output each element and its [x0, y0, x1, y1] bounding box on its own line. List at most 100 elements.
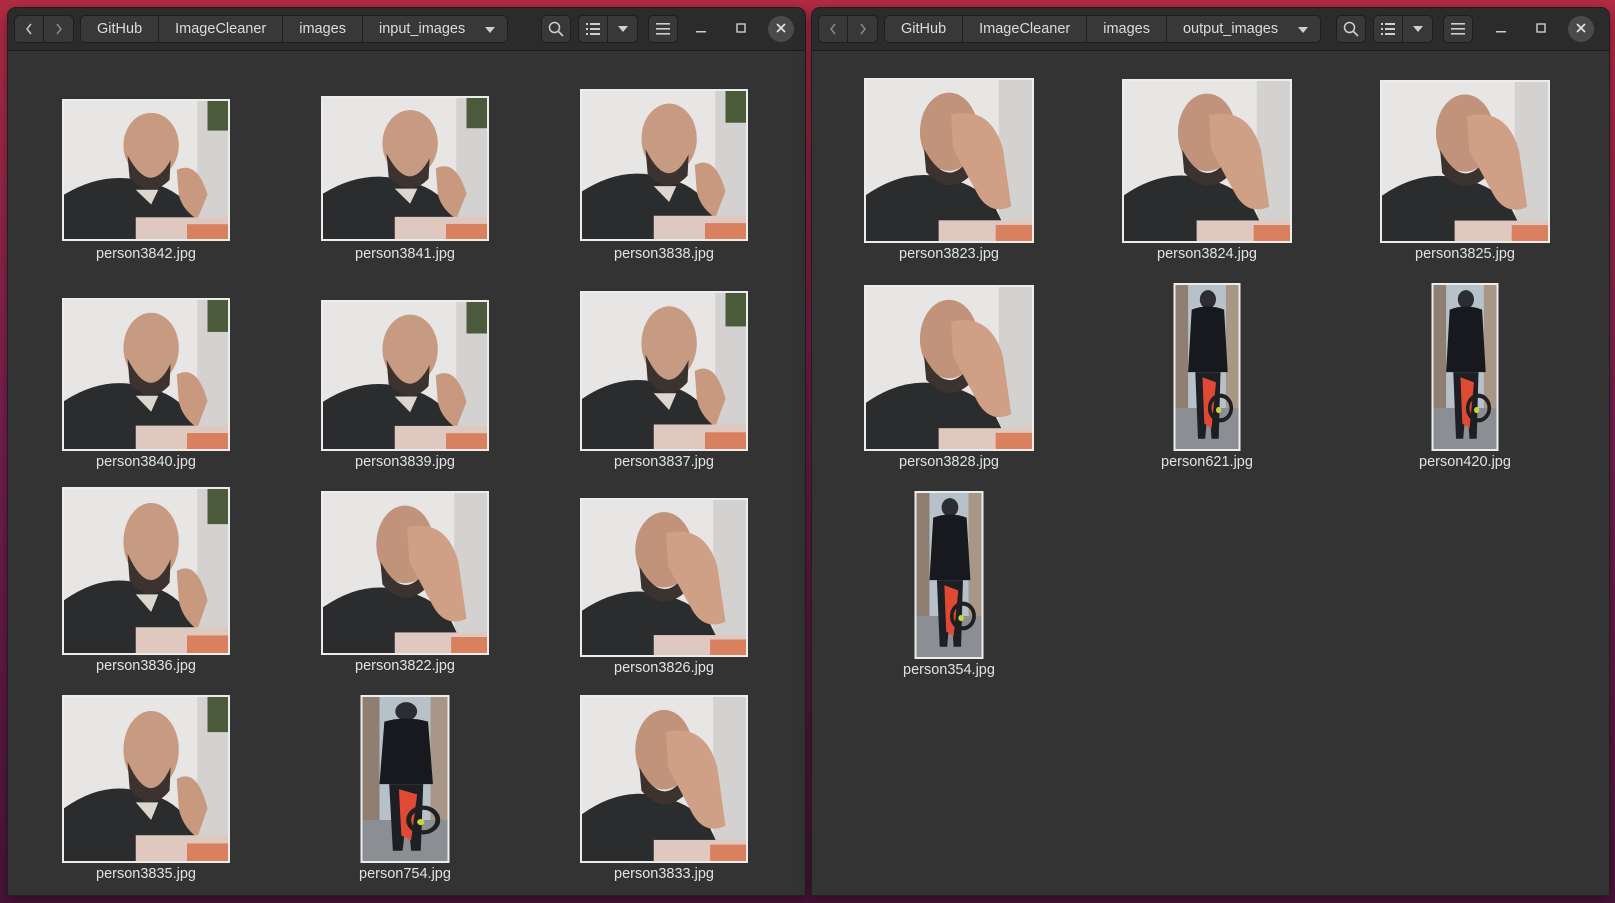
image-thumbnail	[321, 300, 489, 451]
breadcrumb-item[interactable]: images	[283, 15, 363, 43]
chevron-right-icon	[54, 22, 64, 36]
file-name: person420.jpg	[1419, 454, 1511, 470]
maximize-button[interactable]	[728, 16, 754, 42]
file-item[interactable]: person3823.jpg	[829, 71, 1069, 271]
image-thumbnail	[580, 89, 748, 241]
breadcrumb-current-folder[interactable]: input_images	[362, 15, 509, 43]
main-menu-button[interactable]	[1443, 15, 1473, 43]
file-item[interactable]: person3837.jpg	[544, 279, 784, 479]
file-name: person3825.jpg	[1415, 246, 1515, 262]
file-name: person3838.jpg	[614, 246, 714, 262]
list-view-icon	[1381, 23, 1395, 35]
view-options-button[interactable]	[1403, 15, 1433, 43]
search-icon	[1343, 21, 1359, 37]
image-thumbnail	[1122, 79, 1292, 243]
close-button[interactable]	[768, 16, 794, 42]
view-options-button[interactable]	[608, 15, 638, 43]
list-view-icon	[586, 23, 600, 35]
close-icon	[1576, 20, 1586, 38]
image-thumbnail	[62, 99, 230, 241]
file-grid: person3823.jpg person3824.jpg person3825…	[812, 51, 1609, 895]
file-item[interactable]: person3842.jpg	[26, 71, 266, 271]
file-item[interactable]: person3833.jpg	[544, 695, 784, 895]
breadcrumb-item[interactable]: images	[1087, 15, 1167, 43]
view-toggle-button[interactable]	[1373, 15, 1403, 43]
breadcrumb-item[interactable]: ImageCleaner	[963, 15, 1088, 43]
chevron-left-icon	[24, 22, 34, 36]
file-item[interactable]: person3826.jpg	[544, 487, 784, 687]
caret-down-icon	[617, 26, 628, 32]
image-thumbnail	[62, 695, 230, 863]
file-name: person3840.jpg	[96, 454, 196, 470]
breadcrumb-current-folder[interactable]: output_images	[1166, 15, 1322, 43]
minimize-icon	[696, 20, 706, 38]
file-item[interactable]: person354.jpg	[829, 487, 1069, 687]
file-item[interactable]: person420.jpg	[1345, 279, 1585, 479]
file-name: person754.jpg	[359, 866, 451, 882]
image-thumbnail	[1431, 283, 1499, 451]
forward-button[interactable]	[848, 15, 878, 43]
file-name: person3837.jpg	[614, 454, 714, 470]
chevron-left-icon	[828, 22, 838, 36]
back-button[interactable]	[818, 15, 848, 43]
image-thumbnail	[580, 291, 748, 451]
minimize-icon	[1496, 20, 1506, 38]
header-bar: GitHub ImageCleaner images input_images	[8, 8, 805, 51]
file-item[interactable]: person3839.jpg	[285, 279, 525, 479]
file-item[interactable]: person621.jpg	[1087, 279, 1327, 479]
file-name: person3841.jpg	[355, 246, 455, 262]
file-item[interactable]: person3836.jpg	[26, 487, 266, 687]
back-button[interactable]	[14, 15, 44, 43]
file-name: person3823.jpg	[899, 246, 999, 262]
header-bar: GitHub ImageCleaner images output_images	[812, 8, 1609, 51]
file-item[interactable]: person3840.jpg	[26, 279, 266, 479]
file-item[interactable]: person3822.jpg	[285, 487, 525, 687]
file-item[interactable]: person3835.jpg	[26, 695, 266, 895]
maximize-icon	[736, 20, 746, 38]
maximize-icon	[1536, 20, 1546, 38]
search-button[interactable]	[541, 15, 571, 43]
file-item[interactable]: person754.jpg	[285, 695, 525, 895]
hamburger-icon	[1451, 23, 1465, 35]
minimize-button[interactable]	[1488, 16, 1514, 42]
file-item[interactable]: person3841.jpg	[285, 71, 525, 271]
image-thumbnail	[62, 487, 230, 655]
breadcrumb: GitHub ImageCleaner images input_images	[80, 15, 509, 43]
image-thumbnail	[321, 96, 489, 241]
chevron-right-icon	[858, 22, 868, 36]
file-item[interactable]: person3824.jpg	[1087, 71, 1327, 271]
main-menu-button[interactable]	[648, 15, 678, 43]
hamburger-icon	[656, 23, 670, 35]
breadcrumb-item[interactable]: GitHub	[80, 15, 160, 43]
file-name: person3842.jpg	[96, 246, 196, 262]
forward-button[interactable]	[44, 15, 74, 43]
search-button[interactable]	[1336, 15, 1366, 43]
caret-down-icon	[1412, 26, 1423, 32]
file-name: person3828.jpg	[899, 454, 999, 470]
close-button[interactable]	[1568, 16, 1594, 42]
image-thumbnail	[580, 498, 748, 657]
breadcrumb-item[interactable]: GitHub	[884, 15, 964, 43]
file-name: person354.jpg	[903, 662, 995, 678]
image-thumbnail	[864, 285, 1034, 451]
caret-down-icon	[1298, 21, 1309, 37]
image-thumbnail	[914, 491, 984, 659]
close-icon	[776, 20, 786, 38]
file-grid: person3842.jpg person3841.jpg person3838…	[8, 51, 805, 895]
current-folder-label: input_images	[378, 21, 466, 37]
breadcrumb: GitHub ImageCleaner images output_images	[884, 15, 1322, 43]
file-name: person3833.jpg	[614, 866, 714, 882]
file-name: person3826.jpg	[614, 660, 714, 676]
file-item[interactable]: person3828.jpg	[829, 279, 1069, 479]
file-item[interactable]: person3838.jpg	[544, 71, 784, 271]
image-thumbnail	[1380, 80, 1550, 243]
file-name: person3835.jpg	[96, 866, 196, 882]
search-icon	[548, 21, 564, 37]
image-thumbnail	[864, 78, 1034, 243]
file-item[interactable]: person3825.jpg	[1345, 71, 1585, 271]
breadcrumb-item[interactable]: ImageCleaner	[159, 15, 284, 43]
maximize-button[interactable]	[1528, 16, 1554, 42]
file-name: person3836.jpg	[96, 658, 196, 674]
minimize-button[interactable]	[688, 16, 714, 42]
view-toggle-button[interactable]	[578, 15, 608, 43]
